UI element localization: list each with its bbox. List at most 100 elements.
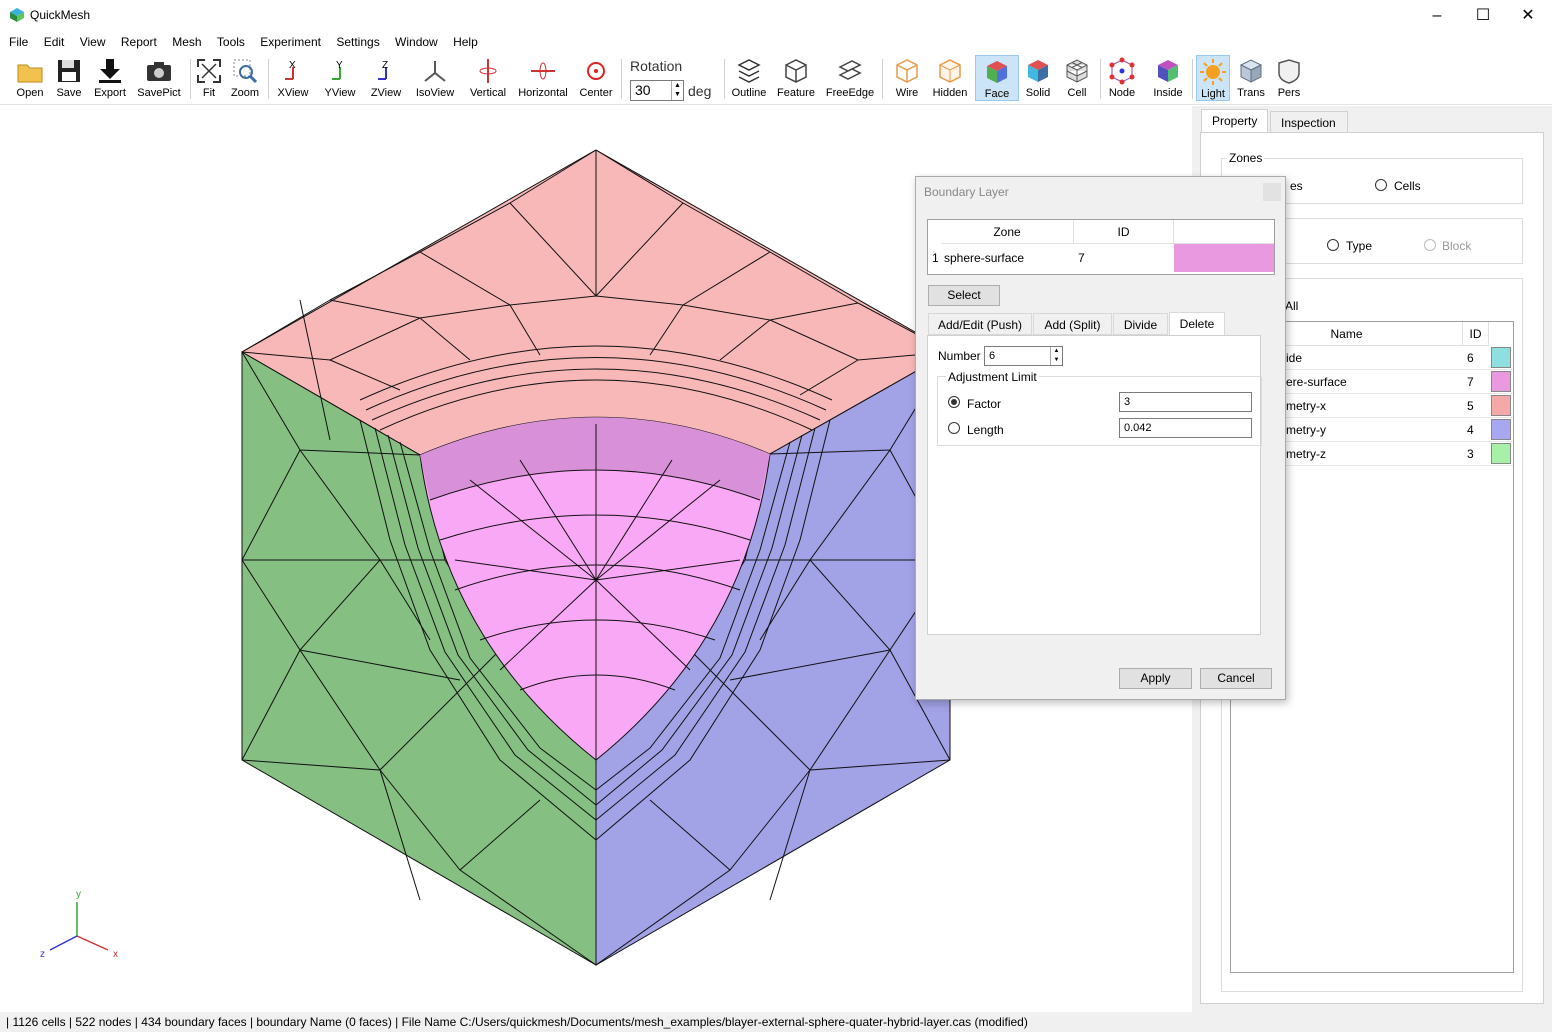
type-radio[interactable]	[1327, 239, 1339, 251]
freeedge-button[interactable]: FreeEdge	[824, 55, 876, 101]
menu-edit[interactable]: Edit	[38, 31, 71, 49]
menu-mesh[interactable]: Mesh	[166, 31, 207, 49]
outline-button[interactable]: Outline	[728, 55, 770, 101]
floppy-disk-icon	[58, 60, 80, 82]
select-all-label[interactable]: All	[1285, 299, 1298, 313]
number-stepper[interactable]: 6 ▲ ▼	[984, 346, 1063, 366]
delete-tab-panel: Number 6 ▲ ▼ Adjustment Limit Factor 3 Le…	[927, 335, 1262, 635]
stepper-arrows[interactable]: ▲ ▼	[1050, 347, 1062, 365]
row-index: 1	[932, 251, 939, 265]
select-button[interactable]: Select	[928, 285, 1000, 306]
savepict-button[interactable]: SavePict	[136, 55, 182, 101]
dialog-title: Boundary Layer	[924, 185, 1009, 199]
zone-cell[interactable]: sphere-surface	[944, 251, 1024, 265]
yview-button[interactable]: Y YView	[320, 55, 360, 101]
dialog-close-button[interactable]	[1263, 183, 1281, 201]
color-swatch[interactable]	[1174, 244, 1274, 272]
zoom-button[interactable]: Zoom	[228, 55, 262, 101]
svg-text:Y: Y	[336, 60, 343, 71]
menu-tools[interactable]: Tools	[211, 31, 251, 49]
length-input[interactable]: 0.042	[1119, 418, 1252, 438]
id-cell[interactable]: 7	[1078, 251, 1085, 265]
horizontal-rotate-icon	[531, 62, 555, 80]
inside-cube-icon	[1158, 60, 1178, 82]
cell-button[interactable]: Cell	[1062, 55, 1092, 101]
wireframe-cube-icon	[896, 59, 918, 83]
axis-z-label: z	[40, 949, 45, 960]
color-swatch[interactable]	[1491, 395, 1511, 416]
id-column-header[interactable]: ID	[1074, 220, 1174, 244]
z-axis-view-icon: Z	[378, 60, 388, 80]
rotation-label: Rotation	[630, 58, 683, 74]
color-swatch[interactable]	[1491, 443, 1511, 464]
factor-label[interactable]: Factor	[967, 397, 1001, 411]
rotation-value: 30	[635, 82, 651, 98]
tab-add-split[interactable]: Add (Split)	[1033, 313, 1112, 335]
menu-experiment[interactable]: Experiment	[254, 31, 327, 49]
pers-button[interactable]: Pers	[1272, 55, 1306, 101]
folder-icon	[17, 64, 43, 83]
length-label[interactable]: Length	[967, 423, 1004, 437]
cells-radio-label[interactable]: Cells	[1394, 179, 1421, 193]
color-swatch[interactable]	[1491, 419, 1511, 440]
factor-input[interactable]: 3	[1119, 392, 1252, 412]
rotation-stepper-arrows[interactable]: ▲ ▼	[671, 81, 683, 100]
open-button[interactable]: Open	[10, 55, 50, 101]
apply-button[interactable]: Apply	[1119, 668, 1192, 689]
menu-settings[interactable]: Settings	[330, 31, 385, 49]
isoview-button[interactable]: IsoView	[412, 55, 458, 101]
tab-property[interactable]: Property	[1201, 109, 1268, 133]
minimize-icon[interactable]: –	[1414, 4, 1460, 28]
xview-button[interactable]: X XView	[274, 55, 312, 101]
menu-window[interactable]: Window	[389, 31, 444, 49]
node-points-icon	[1109, 57, 1135, 85]
wire-button[interactable]: Wire	[888, 55, 926, 101]
camera-icon	[147, 62, 171, 81]
hidden-button[interactable]: Hidden	[930, 55, 970, 101]
zview-button[interactable]: Z ZView	[366, 55, 406, 101]
color-column-header	[1174, 220, 1274, 244]
close-icon[interactable]: ✕	[1505, 4, 1551, 28]
tab-inspection[interactable]: Inspection	[1270, 111, 1348, 133]
number-label: Number	[938, 349, 981, 363]
cancel-button[interactable]: Cancel	[1200, 668, 1272, 689]
status-bar: | 1126 cells | 522 nodes | 434 boundary …	[0, 1012, 1552, 1032]
tab-add-edit-push[interactable]: Add/Edit (Push)	[928, 313, 1032, 335]
save-button[interactable]: Save	[50, 55, 88, 101]
type-radio-label[interactable]: Type	[1346, 239, 1372, 253]
length-radio[interactable]	[948, 422, 960, 434]
svg-text:Z: Z	[382, 60, 388, 71]
faces-radio-label[interactable]: es	[1290, 179, 1303, 193]
trans-button[interactable]: Trans	[1234, 55, 1268, 101]
zone-column-header[interactable]: Zone	[941, 220, 1074, 244]
horizontal-button[interactable]: Horizontal	[516, 55, 570, 101]
feature-button[interactable]: Feature	[774, 55, 818, 101]
node-button[interactable]: Node	[1105, 55, 1139, 101]
inside-button[interactable]: Inside	[1150, 55, 1186, 101]
tab-divide[interactable]: Divide	[1113, 313, 1168, 335]
menu-report[interactable]: Report	[115, 31, 163, 49]
id-column-header[interactable]: ID	[1463, 322, 1489, 346]
face-button[interactable]: Face	[975, 55, 1019, 101]
svg-text:X: X	[289, 60, 296, 71]
vertical-button[interactable]: Vertical	[466, 55, 510, 101]
rotation-spinbox[interactable]: 30 ▲ ▼	[630, 80, 684, 101]
maximize-icon[interactable]: ☐	[1460, 4, 1506, 28]
solid-button[interactable]: Solid	[1022, 55, 1054, 101]
export-button[interactable]: Export	[90, 55, 130, 101]
fit-button[interactable]: Fit	[195, 55, 223, 101]
cells-radio[interactable]	[1375, 179, 1387, 191]
rotation-unit: deg	[688, 83, 712, 99]
app-logo-icon	[10, 8, 24, 22]
menu-view[interactable]: View	[74, 31, 112, 49]
center-button[interactable]: Center	[577, 55, 615, 101]
color-swatch[interactable]	[1491, 347, 1511, 368]
light-button[interactable]: Light	[1196, 55, 1230, 101]
cell-mesh-icon	[1066, 59, 1088, 83]
color-swatch[interactable]	[1491, 371, 1511, 392]
menu-help[interactable]: Help	[447, 31, 484, 49]
boundary-layer-dialog: Boundary Layer Zone ID 1 sphere-surface …	[915, 176, 1286, 700]
tab-delete[interactable]: Delete	[1169, 312, 1225, 336]
factor-radio[interactable]	[948, 396, 960, 408]
menu-file[interactable]: File	[0, 31, 34, 49]
